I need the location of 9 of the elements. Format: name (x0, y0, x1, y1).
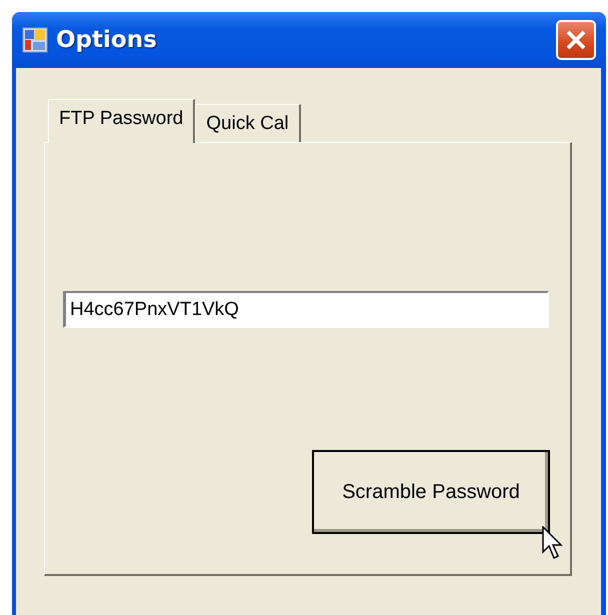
tab[interactable]: FTP Password (48, 99, 196, 143)
scramble-password-button[interactable]: Scramble Password (312, 450, 550, 534)
close-button[interactable] (556, 20, 596, 60)
tab[interactable]: Quick Cal (195, 104, 301, 142)
app-icon (22, 27, 48, 53)
window-title: Options (56, 27, 158, 53)
mouse-pointer-icon (542, 526, 566, 562)
password-field[interactable]: H4cc67PnxVT1VkQ (63, 291, 549, 328)
close-icon (565, 29, 587, 51)
